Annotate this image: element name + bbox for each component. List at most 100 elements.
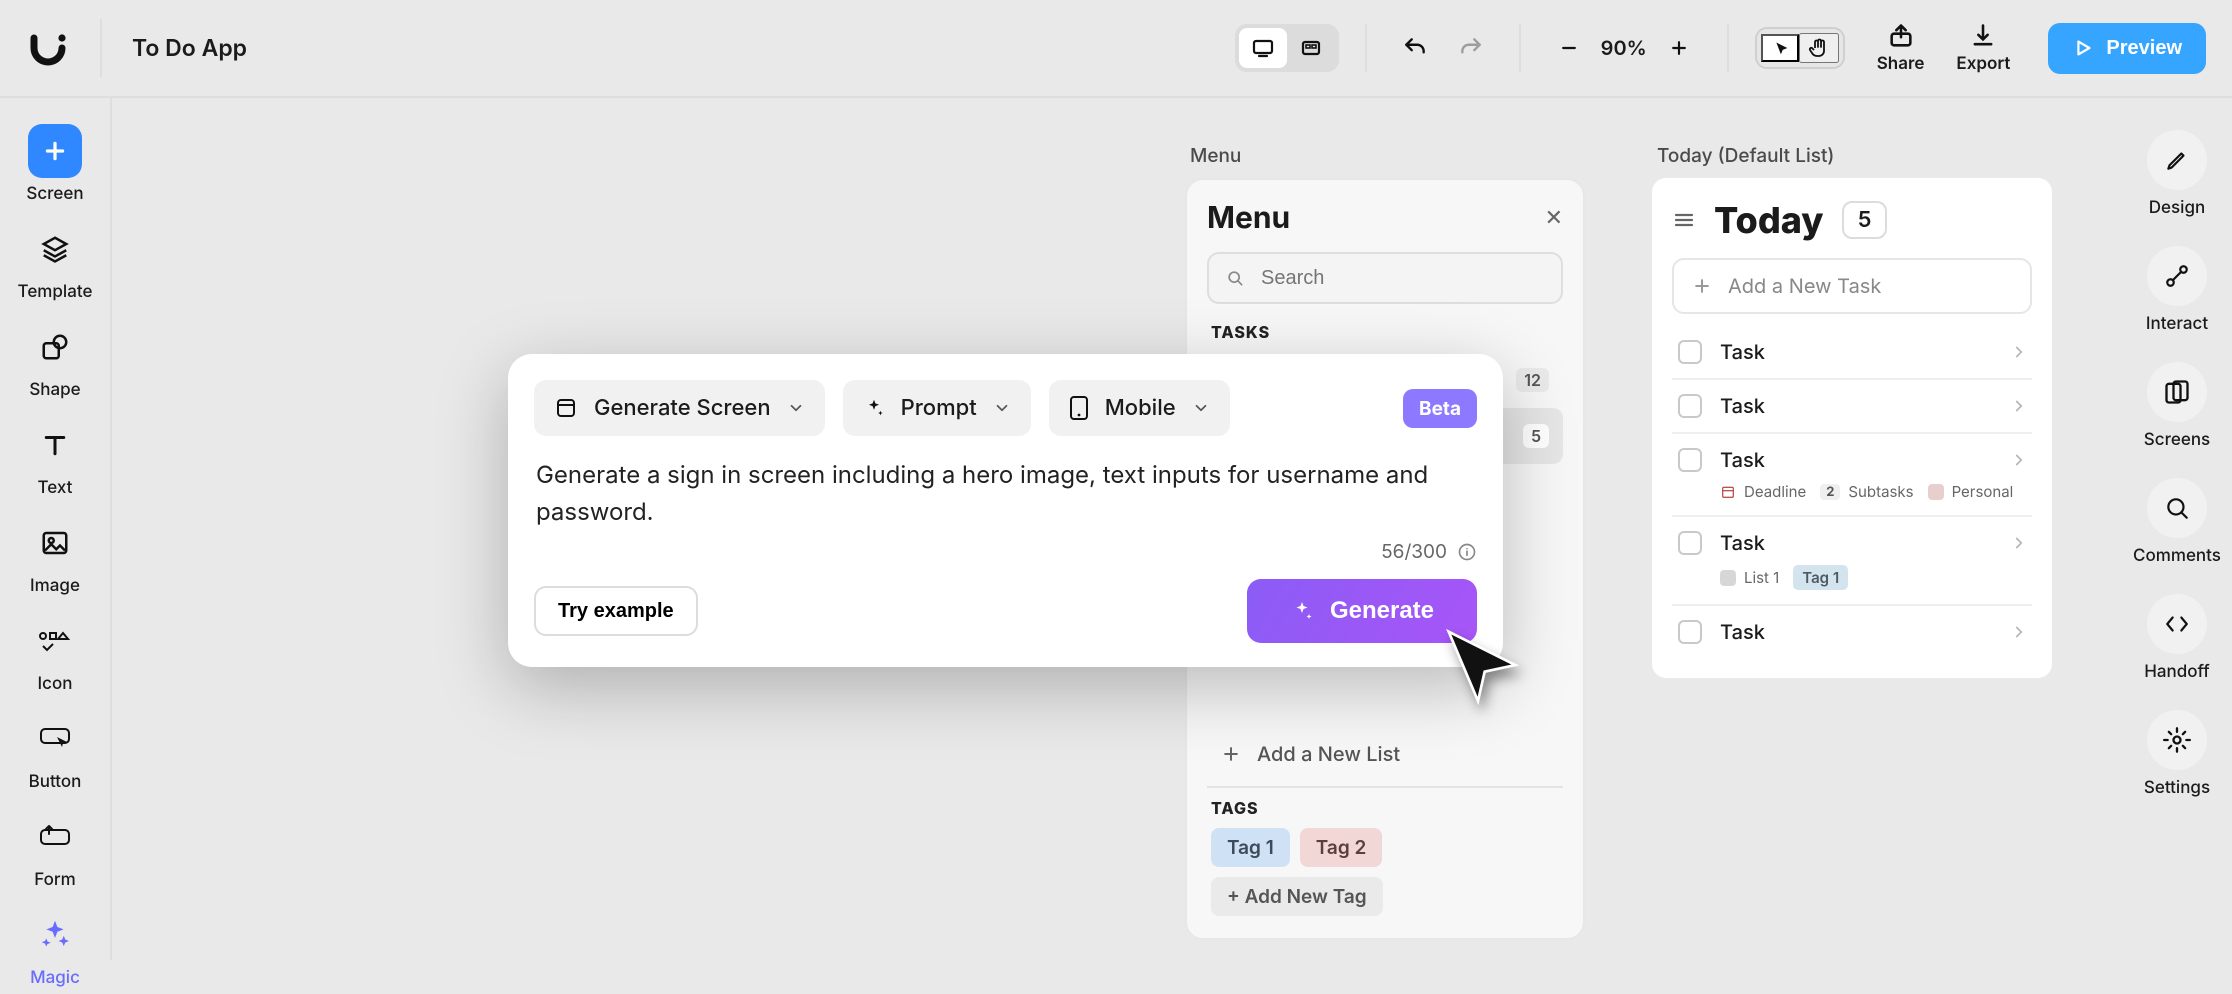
checkbox[interactable] [1678,448,1702,472]
add-list-button[interactable]: Add a New List [1207,730,1563,778]
hamburger-icon[interactable] [1672,208,1696,232]
checkbox[interactable] [1678,394,1702,418]
tool-magic-label: Magic [30,968,80,988]
subtasks-chip: 2 Subtasks [1820,482,1913,501]
zoom-level[interactable]: 90% [1601,36,1647,60]
add-task-button[interactable]: Add a New Task [1672,258,2032,314]
tag-chip-1[interactable]: Tag 1 [1211,828,1290,867]
tool-form[interactable]: Form [0,804,110,896]
task-row[interactable]: Task [1672,380,2032,434]
preview-button[interactable]: Preview [2048,23,2206,74]
export-button[interactable]: Export [1956,22,2010,74]
chevron-down-icon [787,399,805,417]
right-screens-label: Screens [2144,430,2210,450]
project-title[interactable]: To Do App [132,34,247,62]
prompt-text[interactable]: Generate a sign in screen including a he… [534,456,1477,530]
checkbox[interactable] [1678,531,1702,555]
screen-icon [554,396,578,420]
menu-title: Menu [1207,200,1290,236]
prompt-type-label: Prompt [901,395,977,421]
tool-image[interactable]: Image [0,510,110,602]
task-row[interactable]: Task List 1 Tag 1 [1672,517,2032,606]
zoom-in-button[interactable] [1657,26,1701,70]
tool-button[interactable]: Button [0,706,110,798]
interact-icon [2147,246,2207,306]
generate-dialog: Generate Screen Prompt Mobile Beta Gener… [508,354,1503,667]
task-row[interactable]: Task [1672,606,2032,658]
try-example-button[interactable]: Try example [534,586,698,636]
deadline-chip: Deadline [1720,482,1806,501]
tool-image-label: Image [30,576,80,596]
tag-chip: Tag 1 [1793,565,1848,590]
divider [1365,24,1367,72]
add-tag-chip[interactable]: + Add New Tag [1211,877,1383,916]
plus-icon [1221,744,1241,764]
right-handoff[interactable]: Handoff [2144,594,2210,682]
pencil-icon [2147,130,2207,190]
comments-icon [2147,478,2207,538]
hand-tool-button[interactable] [1799,33,1839,63]
tablet-view-button[interactable] [1287,28,1335,68]
search-icon [1225,268,1245,288]
pointer-tool-button[interactable] [1761,34,1799,62]
prompt-type-dropdown[interactable]: Prompt [843,380,1031,436]
right-comments[interactable]: Comments [2133,478,2221,566]
share-label: Share [1877,54,1925,74]
task-label: Task [1720,531,1992,555]
right-settings[interactable]: Settings [2144,710,2210,798]
right-design[interactable]: Design [2147,130,2207,218]
chevron-right-icon [2010,397,2028,415]
today-menu-count: 5 [1523,424,1549,448]
tags-section-label: TAGS [1211,798,1559,818]
chevron-down-icon [993,399,1011,417]
today-frame-label[interactable]: Today (Default List) [1657,144,1834,167]
device-label: Mobile [1105,395,1176,421]
zoom-out-button[interactable] [1547,26,1591,70]
tool-shape[interactable]: Shape [0,314,110,406]
screens-icon [2147,362,2207,422]
search-input[interactable] [1207,252,1563,304]
undo-button[interactable] [1393,26,1437,70]
tool-magic[interactable]: Magic [0,902,110,994]
right-comments-label: Comments [2133,546,2221,566]
tool-icon[interactable]: Icon [0,608,110,700]
generate-type-dropdown[interactable]: Generate Screen [534,380,825,436]
plus-icon [1692,276,1712,296]
divider [1207,786,1563,788]
right-interact[interactable]: Interact [2146,246,2208,334]
redo-button[interactable] [1449,26,1493,70]
preview-label: Preview [2106,37,2182,60]
desktop-view-button[interactable] [1239,28,1287,68]
device-toggle [1235,24,1339,72]
generate-button[interactable]: Generate [1247,579,1477,643]
today-title: Today [1714,198,1824,242]
tool-template-label: Template [18,282,93,302]
device-dropdown[interactable]: Mobile [1049,380,1230,436]
generate-type-label: Generate Screen [594,395,771,421]
tool-screen[interactable]: Screen [0,118,110,210]
tool-form-label: Form [34,870,76,890]
today-panel[interactable]: Today 5 Add a New Task Task Task Tas [1652,178,2052,678]
tasks-section-label: TASKS [1211,322,1559,342]
calendar-icon [1720,484,1736,500]
checkbox[interactable] [1678,620,1702,644]
tool-template[interactable]: Template [0,216,110,308]
search-field[interactable] [1259,266,1545,291]
today-count: 5 [1842,201,1888,239]
share-button[interactable]: Share [1877,22,1925,74]
tag-chip-2[interactable]: Tag 2 [1300,828,1383,867]
task-row[interactable]: Task Deadline 2 Subtasks Personal [1672,434,2032,517]
right-screens[interactable]: Screens [2144,362,2210,450]
task-row[interactable]: Task [1672,326,2032,380]
info-icon[interactable] [1457,542,1477,562]
generate-label: Generate [1330,597,1434,625]
mobile-icon [1069,395,1089,421]
export-label: Export [1956,54,2010,74]
menu-frame-label[interactable]: Menu [1190,144,1241,167]
tool-text[interactable]: Text [0,412,110,504]
close-icon[interactable]: ✕ [1545,205,1563,231]
app-logo[interactable] [26,26,70,70]
divider [1727,24,1729,72]
checkbox[interactable] [1678,340,1702,364]
chevron-right-icon [2010,623,2028,641]
